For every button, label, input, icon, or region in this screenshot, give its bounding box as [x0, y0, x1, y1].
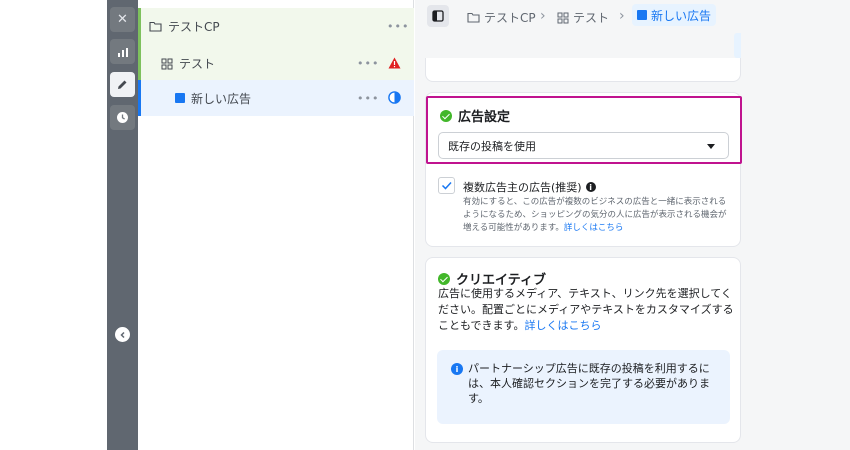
- breadcrumb-adset-label: テスト: [573, 11, 610, 25]
- ad-source-select-value: 既存の投稿を使用: [448, 139, 536, 153]
- history-button[interactable]: [110, 105, 135, 130]
- breadcrumb-ad[interactable]: 新しい広告: [632, 4, 717, 26]
- tree-item-label: 新しい広告: [191, 91, 252, 106]
- caret-down-icon: [707, 144, 715, 149]
- check-icon: [440, 109, 452, 122]
- folder-icon: [467, 12, 480, 23]
- toggle-panel-button[interactable]: [427, 5, 449, 27]
- tree-item-adset[interactable]: テスト •••: [138, 45, 414, 82]
- learn-more-link[interactable]: 詳しくはこちら: [564, 223, 624, 233]
- tree-item-ad[interactable]: 新しい広告 •••: [138, 80, 414, 116]
- more-options-button[interactable]: •••: [357, 92, 379, 105]
- multi-advertiser-checkbox[interactable]: [438, 177, 455, 194]
- folder-icon: [149, 21, 162, 32]
- panel-icon: [432, 10, 444, 22]
- scroll-indicator: [734, 33, 741, 58]
- campaign-tree: テストCP ••• テスト ••• 新しい広告 •••: [138, 0, 414, 450]
- more-options-button[interactable]: •••: [357, 57, 379, 70]
- collapse-button[interactable]: [115, 327, 130, 342]
- breadcrumb-ad-label: 新しい広告: [651, 8, 712, 23]
- breadcrumb-campaign[interactable]: テストCP: [467, 9, 536, 26]
- ad-settings-card: 広告設定 既存の投稿を使用 複数広告主の広告(推奨) i 有効にすると、この広告…: [425, 92, 742, 247]
- ad-icon: [637, 10, 647, 20]
- ad-settings-header: 広告設定: [440, 106, 510, 125]
- half-complete-icon: [388, 91, 401, 104]
- tree-item-label: テスト: [179, 57, 216, 71]
- learn-more-link[interactable]: 詳しくはこちら: [524, 319, 601, 332]
- breadcrumb: テストCP › テスト › 新しい広告: [415, 0, 755, 33]
- more-options-button[interactable]: •••: [387, 20, 409, 33]
- edit-button[interactable]: [110, 72, 135, 97]
- ad-settings-title: 広告設定: [458, 110, 511, 125]
- left-rail: ✕: [107, 0, 138, 450]
- multi-advertiser-description: 有効にすると、この広告が複数のビジネスの広告と一緒に表示されるようになるため、シ…: [463, 196, 733, 235]
- tree-item-label: テストCP: [168, 20, 220, 34]
- previous-section-card: [425, 58, 741, 82]
- ad-icon: [175, 93, 185, 103]
- creative-description: 広告に使用するメディア、テキスト、リンク先を選択してください。配置ごとにメディア…: [438, 286, 736, 334]
- edit-icon: [118, 80, 127, 89]
- close-button[interactable]: ✕: [110, 7, 135, 32]
- breadcrumb-separator: ›: [619, 8, 625, 24]
- breadcrumb-adset[interactable]: テスト: [557, 9, 609, 26]
- info-banner: i パートナーシップ広告に既存の投稿を利用するには、本人確認セクションを完了する…: [437, 350, 730, 424]
- breadcrumb-separator: ›: [540, 8, 546, 24]
- history-icon: [117, 112, 128, 123]
- tree-item-campaign[interactable]: テストCP •••: [138, 8, 414, 45]
- grid-icon: [557, 12, 569, 23]
- breadcrumb-campaign-label: テストCP: [484, 11, 536, 25]
- analytics-icon: [117, 47, 128, 57]
- info-banner-text: パートナーシップ広告に既存の投稿を利用するには、本人確認セクションを完了する必要…: [468, 362, 710, 405]
- info-icon[interactable]: i: [585, 182, 596, 192]
- creative-card: クリエイティブ 広告に使用するメディア、テキスト、リンク先を選択してください。配…: [425, 257, 741, 443]
- chevron-left-icon: [119, 331, 125, 338]
- info-icon: i: [451, 363, 463, 375]
- multi-advertiser-label: 複数広告主の広告(推奨): [463, 181, 582, 194]
- close-icon: ✕: [117, 12, 128, 27]
- multi-advertiser-label-row: 複数広告主の広告(推奨) i: [463, 179, 596, 195]
- analytics-button[interactable]: [110, 39, 135, 64]
- warning-icon: [388, 57, 401, 69]
- check-icon: [438, 272, 450, 285]
- ad-source-select[interactable]: 既存の投稿を使用: [438, 132, 729, 159]
- checkmark-icon: [441, 181, 452, 190]
- editor-panel: テストCP › テスト › 新しい広告 広告設定 既存の投稿を使用 複数広告主の…: [415, 0, 850, 450]
- grid-icon: [161, 58, 173, 69]
